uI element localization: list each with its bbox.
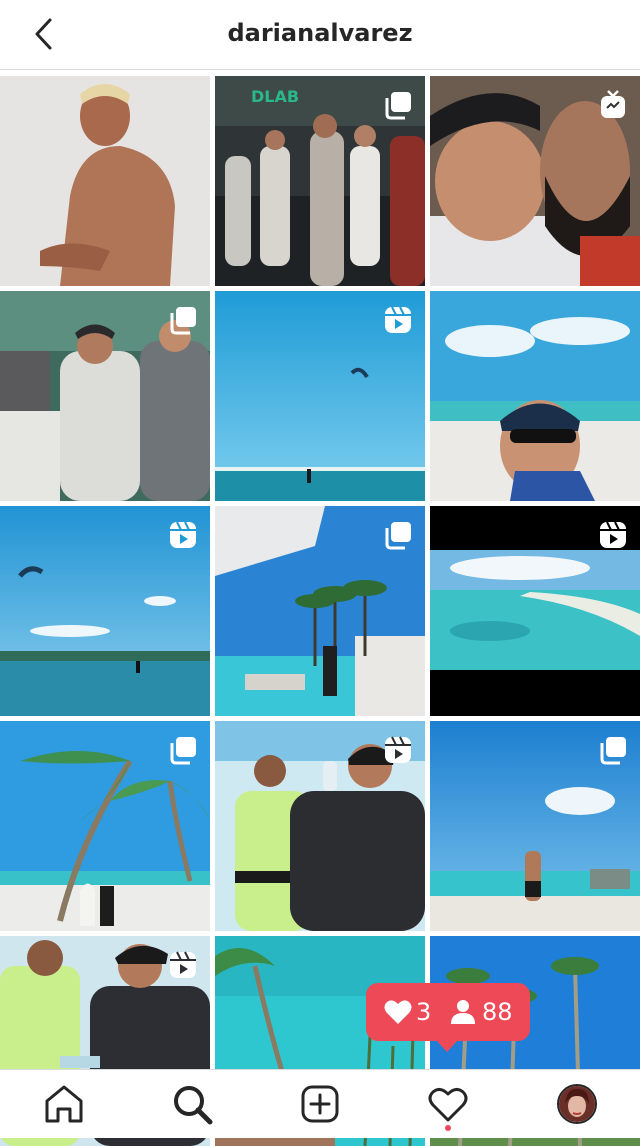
post-thumbnail — [430, 291, 640, 501]
carousel-icon — [385, 92, 411, 120]
profile-avatar — [559, 1086, 595, 1122]
post-thumbnail — [0, 76, 210, 286]
reels-icon — [170, 521, 196, 548]
person-icon — [451, 1000, 475, 1024]
activity-notification-popup[interactable]: 3 88 — [366, 983, 530, 1041]
search-icon — [174, 1086, 213, 1125]
post-tile[interactable] — [430, 291, 640, 501]
post-tile[interactable] — [430, 76, 640, 286]
home-icon — [45, 1085, 83, 1123]
activity-notification-dot — [445, 1125, 451, 1131]
new-post-icon — [301, 1085, 339, 1123]
carousel-icon — [170, 737, 196, 765]
post-tile[interactable] — [430, 506, 640, 716]
nav-search[interactable] — [170, 1082, 214, 1126]
post-tile[interactable] — [0, 76, 210, 286]
likes-count: 3 — [416, 998, 432, 1026]
post-tile[interactable] — [0, 291, 210, 501]
igtv-icon — [601, 90, 625, 118]
carousel-icon — [600, 737, 626, 765]
nav-new-post[interactable] — [298, 1082, 342, 1126]
bottom-navigation — [0, 1069, 640, 1138]
chevron-left-icon — [35, 18, 52, 50]
post-tile[interactable] — [0, 506, 210, 716]
profile-username-title: darianalvarez — [227, 19, 413, 47]
reels-icon — [385, 306, 411, 333]
post-tile[interactable] — [215, 721, 425, 931]
likes-count-group: 3 — [384, 997, 431, 1027]
post-tile[interactable] — [215, 291, 425, 501]
top-header: darianalvarez — [0, 0, 640, 70]
reels-icon — [385, 736, 411, 763]
post-tile[interactable] — [0, 721, 210, 931]
nav-activity[interactable] — [426, 1082, 470, 1126]
reels-icon — [170, 951, 196, 978]
svg-text:DLAB: DLAB — [251, 87, 299, 106]
activity-icon — [428, 1087, 468, 1122]
post-tile[interactable] — [430, 721, 640, 931]
nav-profile-avatar[interactable] — [557, 1084, 597, 1124]
carousel-icon — [170, 307, 196, 335]
reels-icon — [600, 521, 626, 548]
popup-pointer — [436, 1040, 458, 1052]
carousel-icon — [385, 522, 411, 550]
back-button[interactable] — [28, 16, 62, 52]
heart-icon — [384, 1000, 412, 1024]
nav-home[interactable] — [42, 1082, 86, 1126]
followers-count: 88 — [482, 998, 513, 1026]
followers-count-group: 88 — [450, 997, 513, 1027]
post-tile[interactable] — [215, 506, 425, 716]
post-tile[interactable]: DLAB — [215, 76, 425, 286]
